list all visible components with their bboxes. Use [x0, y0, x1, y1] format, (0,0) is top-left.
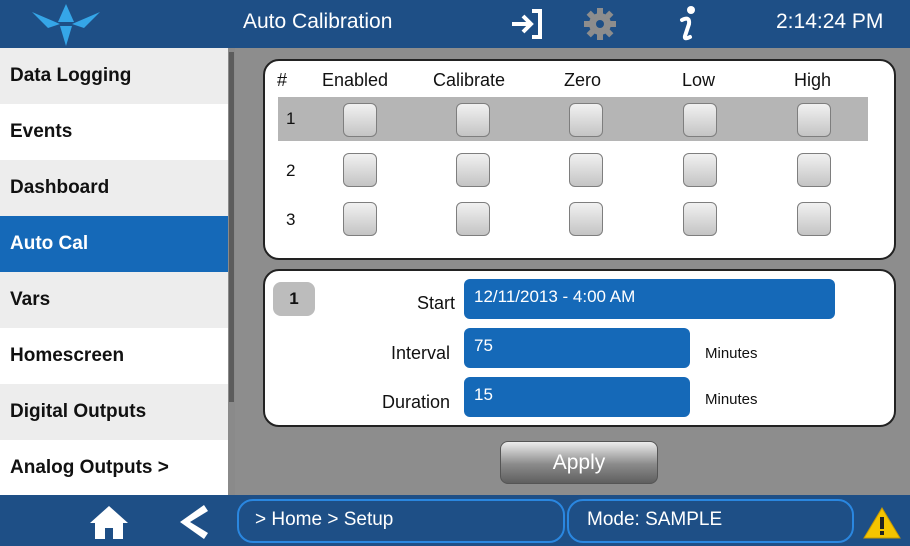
sidebar-item-data-logging[interactable]: Data Logging: [0, 48, 228, 104]
interval-field[interactable]: 75: [464, 328, 690, 368]
column-header-enabled: Enabled: [322, 70, 389, 90]
sidebar-item-digital-outputs[interactable]: Digital Outputs: [0, 384, 228, 440]
checkbox-calibrate-row-2[interactable]: [456, 153, 490, 187]
column-header-low: Low: [682, 70, 716, 90]
checkbox-high-row-1[interactable]: [797, 103, 831, 137]
checkbox-enabled-row-2[interactable]: [343, 153, 377, 187]
start-label: Start: [416, 293, 455, 313]
gear-icon[interactable]: [583, 7, 617, 41]
column-header-high: High: [794, 70, 832, 90]
row-number: 1: [286, 109, 296, 128]
row-number: 2: [286, 161, 296, 180]
apply-button[interactable]: Apply: [500, 441, 658, 484]
checkbox-calibrate-row-1[interactable]: [456, 103, 490, 137]
selected-row-badge: 1: [273, 282, 315, 316]
interval-label: Interval: [390, 343, 450, 363]
duration-unit: Minutes: [705, 391, 758, 408]
column-header-calibrate: Calibrate: [433, 70, 506, 90]
back-icon[interactable]: [176, 503, 210, 541]
logo-area: [0, 0, 134, 48]
warning-icon[interactable]: [862, 506, 902, 540]
sidebar-scroll-thumb[interactable]: [229, 52, 234, 402]
checkbox-enabled-row-3[interactable]: [343, 202, 377, 236]
breadcrumb[interactable]: > Home > Setup: [237, 499, 565, 543]
checkbox-low-row-2[interactable]: [683, 153, 717, 187]
start-field[interactable]: 12/11/2013 - 4:00 AM: [464, 279, 835, 319]
sidebar-item-analog-outputs[interactable]: Analog Outputs >: [0, 440, 228, 496]
checkbox-low-row-1[interactable]: [683, 103, 717, 137]
sidebar: Data Logging Events Dashboard Auto Cal V…: [0, 48, 230, 495]
checkbox-high-row-2[interactable]: [797, 153, 831, 187]
column-header-zero: Zero: [564, 70, 602, 90]
checkbox-low-row-3[interactable]: [683, 202, 717, 236]
interval-unit: Minutes: [705, 345, 758, 362]
checkbox-calibrate-row-3[interactable]: [456, 202, 490, 236]
home-icon[interactable]: [88, 504, 130, 540]
checkbox-zero-row-2[interactable]: [569, 153, 603, 187]
checkbox-high-row-3[interactable]: [797, 202, 831, 236]
checkbox-enabled-row-1[interactable]: [343, 103, 377, 137]
sidebar-item-dashboard[interactable]: Dashboard: [0, 160, 228, 216]
row-number: 3: [286, 210, 296, 229]
top-bar: [0, 0, 910, 48]
exit-icon[interactable]: [508, 7, 544, 41]
sidebar-item-events[interactable]: Events: [0, 104, 228, 160]
checkbox-zero-row-3[interactable]: [569, 202, 603, 236]
duration-label: Duration: [381, 392, 450, 412]
sidebar-item-vars[interactable]: Vars: [0, 272, 228, 328]
clock: 2:14:24 PM: [776, 10, 884, 33]
logo-icon: [32, 4, 100, 46]
page-title: Auto Calibration: [243, 10, 393, 33]
sidebar-item-auto-cal[interactable]: Auto Cal: [0, 216, 228, 272]
sidebar-item-homescreen[interactable]: Homescreen: [0, 328, 228, 384]
column-header-number: #: [277, 70, 288, 90]
info-icon[interactable]: [676, 4, 700, 44]
duration-field[interactable]: 15: [464, 377, 690, 417]
checkbox-zero-row-1[interactable]: [569, 103, 603, 137]
mode-indicator: Mode: SAMPLE: [567, 499, 854, 543]
